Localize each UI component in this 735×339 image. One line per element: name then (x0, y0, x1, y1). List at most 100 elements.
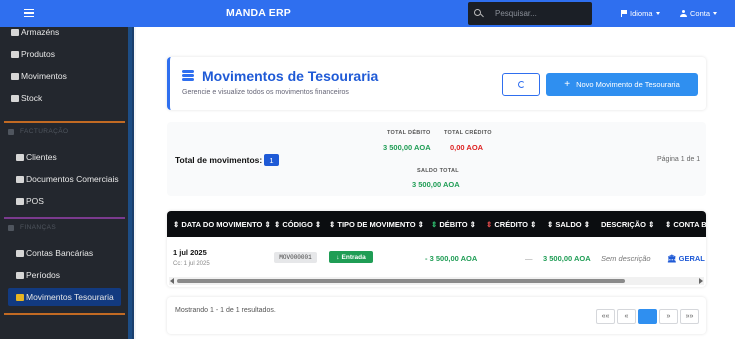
sidebar-divider (4, 313, 125, 315)
section-label: FINANÇAS (20, 224, 57, 231)
account-menu[interactable]: Conta (680, 9, 718, 18)
search-box (468, 2, 592, 25)
search-icon (474, 8, 484, 19)
caret-down-icon (655, 12, 660, 15)
language-menu[interactable]: Idioma (621, 9, 660, 18)
search-input[interactable] (495, 9, 585, 18)
column-header-description[interactable]: DESCRIÇÃO ⇕ (601, 220, 654, 229)
user-icon (680, 10, 687, 17)
table-horizontal-scrollbar[interactable] (169, 277, 704, 285)
sidebar-item-label: Contas Bancárias (26, 248, 94, 258)
brand-title[interactable]: MANDA ERP (226, 7, 291, 19)
coins-icon (182, 70, 196, 84)
sidebar-item-movimentos[interactable]: Movimentos (11, 71, 67, 81)
row-description: Sem descrição (601, 254, 651, 263)
results-summary: Mostrando 1 - 1 de 1 resultados. (175, 307, 276, 314)
sidebar-item-periodos[interactable]: Períodos (16, 270, 60, 280)
scroll-right-icon[interactable] (699, 278, 703, 284)
sidebar-item-label: POS (26, 196, 44, 206)
total-movements-label: Total de movimentos: (175, 155, 263, 165)
total-debit-value: 3 500,00 AOA (383, 143, 431, 152)
last-page-button[interactable]: »» (680, 309, 699, 324)
sidebar-item-armazens[interactable]: Armazéns (11, 27, 59, 37)
next-page-button[interactable]: » (659, 309, 678, 324)
sidebar-section-faturacao: FACTURAÇÃO (8, 128, 68, 135)
page-info: Página 1 de 1 (657, 156, 701, 163)
sidebar-item-label: Documentos Comerciais (26, 174, 119, 184)
document-icon (16, 175, 24, 183)
row-balance: 3 500,00 AOA (543, 254, 591, 263)
row-date-sub: Cc: 1 jul 2025 (173, 261, 210, 267)
sidebar-item-label: Armazéns (21, 27, 60, 37)
page-subtitle: Gerencie e visualize todos os movimentos… (182, 89, 349, 96)
sidebar-scrollbar[interactable] (128, 27, 132, 339)
column-header-type[interactable]: ⇕ TIPO DE MOVIMENTO ⇕ (329, 220, 424, 229)
row-type-badge: ↓ Entrada (329, 251, 373, 263)
bank-icon: 🏛 (667, 254, 677, 263)
main-content: Movimentos de Tesouraria Gerencie e visu… (136, 27, 735, 339)
new-movement-label: Novo Movimento de Tesouraria (576, 80, 680, 89)
column-header-code[interactable]: ⇕ CÓDIGO ⇕ (274, 220, 321, 229)
sidebar-item-label: Movimentos Tesouraria (26, 292, 114, 302)
section-label: FACTURAÇÃO (20, 128, 69, 135)
caret-down-icon (713, 12, 718, 15)
row-code: MOV000001 (274, 252, 317, 263)
sidebar-item-label: Períodos (26, 270, 61, 280)
scrollbar-thumb[interactable] (177, 279, 625, 283)
previous-page-button[interactable]: « (617, 309, 636, 324)
column-header-credit[interactable]: ⇕ CRÉDITO ⇕ (486, 220, 536, 229)
balance-total-label: SALDO TOTAL (417, 168, 459, 174)
page-1-button[interactable] (638, 309, 657, 324)
sidebar-divider (4, 121, 125, 123)
page-header-card: Movimentos de Tesouraria Gerencie e visu… (167, 57, 706, 110)
exchange-icon (11, 72, 19, 80)
flag-icon (621, 10, 627, 17)
total-credit-value: 0,00 AOA (450, 143, 484, 152)
balance-total-value: 3 500,00 AOA (412, 180, 460, 189)
box-icon (11, 50, 19, 58)
warehouse-icon (11, 28, 19, 36)
top-navbar: MANDA ERP Idioma Conta (0, 0, 735, 27)
total-debit-label: TOTAL DÉBITO (387, 130, 431, 136)
sidebar-item-stock[interactable]: Stock (11, 93, 42, 103)
sidebar-item-pos[interactable]: POS (16, 196, 44, 206)
refresh-icon (517, 81, 525, 88)
hamburger-menu-icon[interactable] (24, 7, 34, 18)
sidebar-item-contas-bancarias[interactable]: Contas Bancárias (16, 248, 93, 258)
language-label: Idioma (630, 9, 653, 18)
movements-table: ⇕ DATA DO MOVIMENTO ⇕ ⇕ CÓDIGO ⇕ ⇕ TIPO … (167, 211, 706, 287)
column-header-debit[interactable]: ⇕ DÉBITO ⇕ (431, 220, 476, 229)
sidebar-item-produtos[interactable]: Produtos (11, 49, 55, 59)
sidebar-item-movimentos-tesouraria[interactable]: Movimentos Tesouraria (16, 292, 114, 302)
total-credit-label: TOTAL CRÉDITO (444, 130, 492, 136)
sidebar-item-clientes[interactable]: Clientes (16, 152, 57, 162)
column-header-date[interactable]: ⇕ DATA DO MOVIMENTO ⇕ (173, 220, 271, 229)
receipt-icon (8, 128, 14, 135)
sidebar-section-financas: FINANÇAS (8, 224, 56, 231)
first-page-button[interactable]: «« (596, 309, 615, 324)
sidebar-item-documentos-comerciais[interactable]: Documentos Comerciais (16, 174, 119, 184)
plus-icon: + (564, 79, 571, 90)
coins-icon (16, 293, 24, 301)
scroll-left-icon[interactable] (170, 278, 174, 284)
sidebar: Armazéns Produtos Movimentos Stock FACTU… (0, 27, 134, 339)
account-label: Conta (690, 9, 711, 18)
calendar-icon (16, 271, 24, 279)
row-date: 1 jul 2025 (173, 248, 207, 257)
column-header-balance[interactable]: ⇕ SALDO ⇕ (547, 220, 590, 229)
pagination-card: Mostrando 1 - 1 de 1 resultados. «« « » … (167, 297, 706, 334)
finance-icon (8, 224, 14, 231)
row-account[interactable]: 🏛 GERAL 1 (667, 254, 706, 263)
summary-card: TOTAL DÉBITO TOTAL CRÉDITO 3 500,00 AOA … (167, 122, 706, 196)
cart-icon (16, 197, 24, 205)
refresh-button[interactable] (502, 73, 540, 96)
sidebar-item-label: Movimentos (21, 71, 67, 81)
column-header-account[interactable]: ⇕ CONTA B (665, 220, 706, 229)
new-movement-button[interactable]: + Novo Movimento de Tesouraria (546, 73, 698, 96)
arrow-down-icon: ↓ (336, 253, 340, 261)
bank-icon (16, 249, 24, 257)
table-header: ⇕ DATA DO MOVIMENTO ⇕ ⇕ CÓDIGO ⇕ ⇕ TIPO … (167, 211, 706, 237)
row-debit: - 3 500,00 AOA (425, 254, 478, 263)
page-title: Movimentos de Tesouraria (202, 68, 379, 84)
sidebar-item-label: Clientes (26, 152, 57, 162)
